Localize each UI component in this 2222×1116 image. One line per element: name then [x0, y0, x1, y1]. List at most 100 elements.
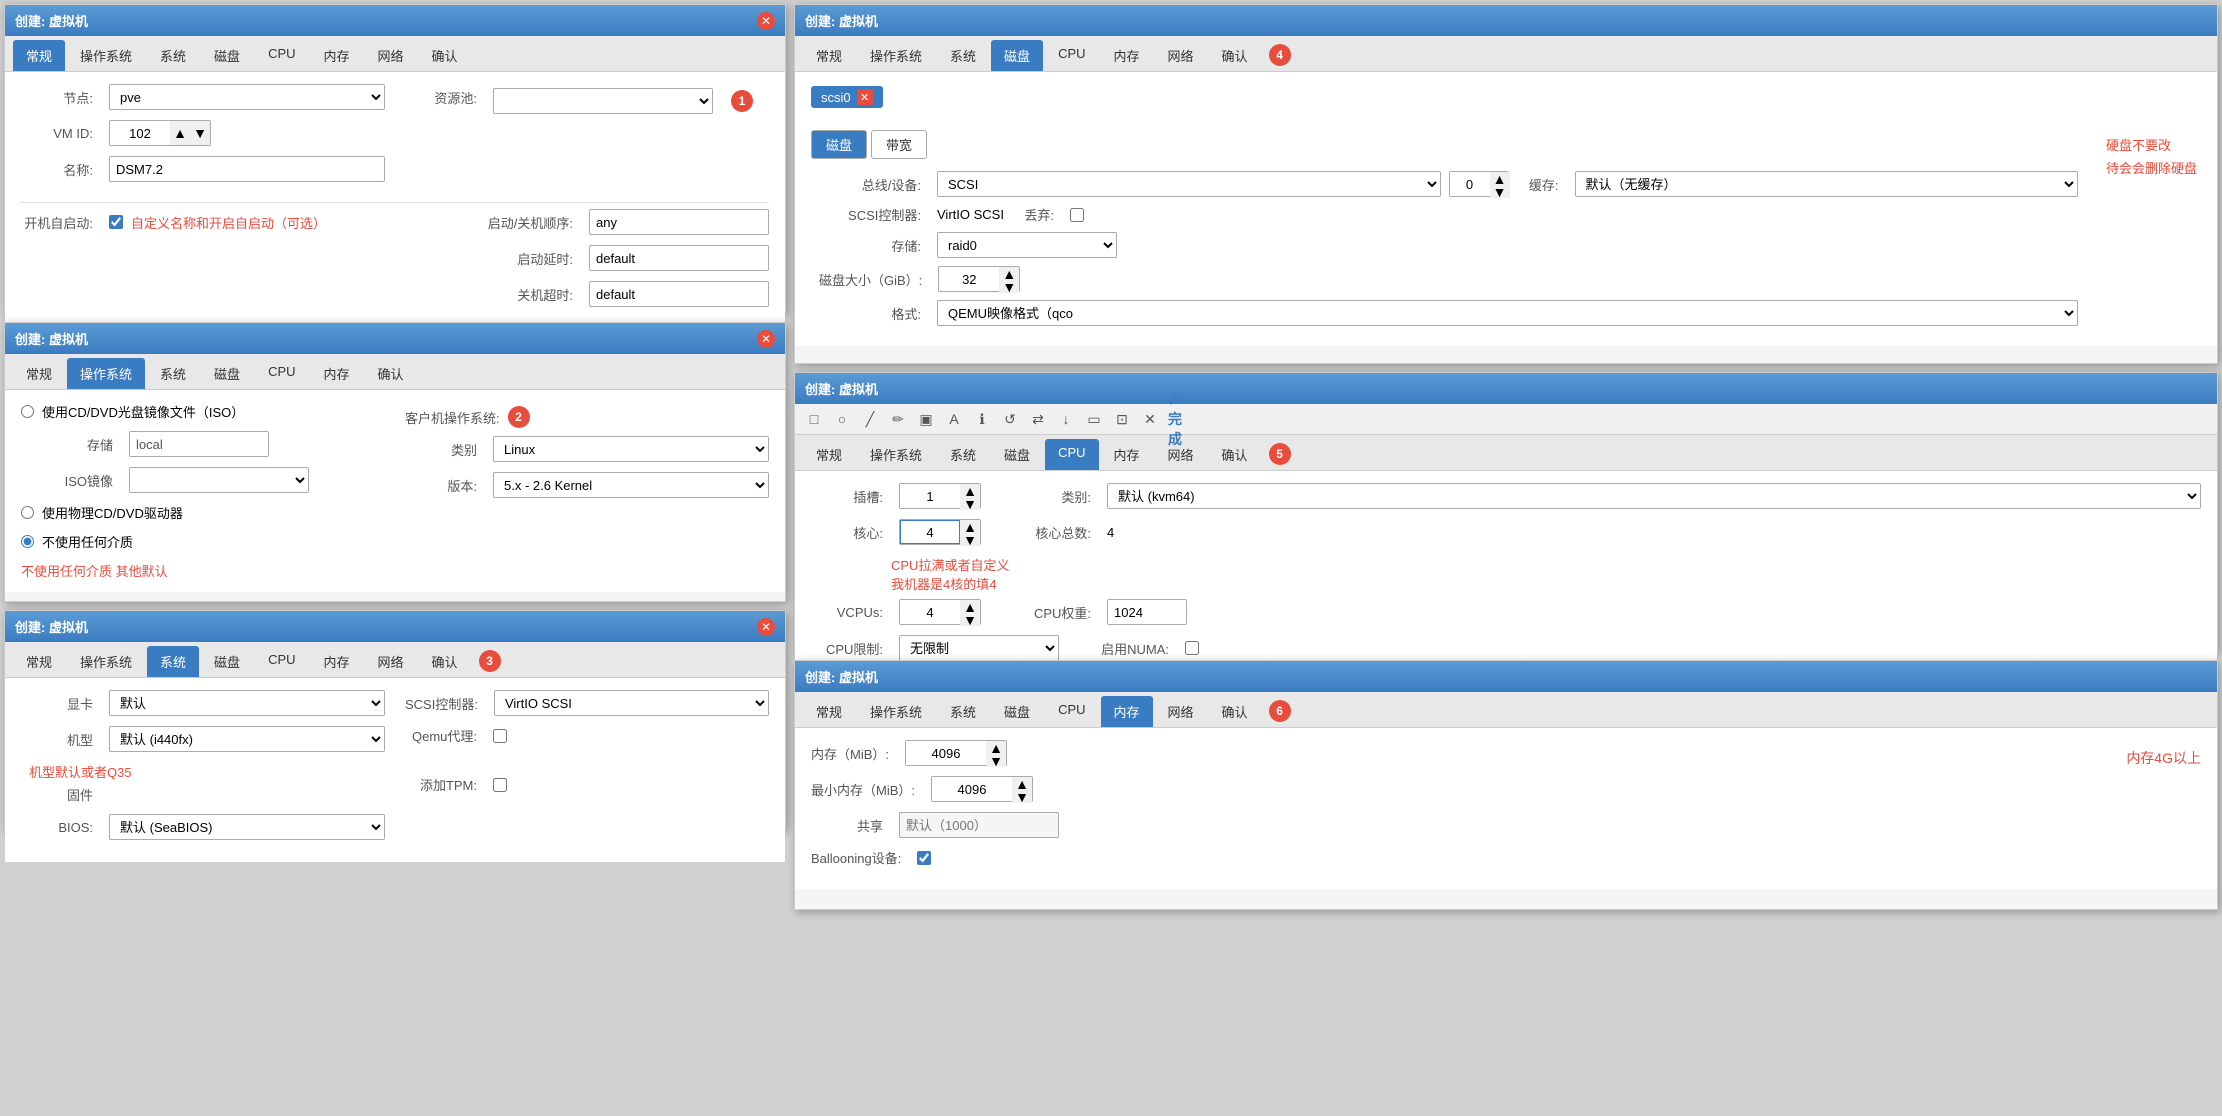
tab-mem-确认[interactable]: 确认 [1209, 696, 1261, 727]
tab-cpu-网络[interactable]: 网络 [1155, 439, 1207, 470]
type-select[interactable]: 默认 (kvm64) [1107, 483, 2201, 509]
slot-down[interactable]: ▼ [960, 497, 980, 510]
tab-disk-常规[interactable]: 常规 [803, 40, 855, 71]
bus-select[interactable]: SCSI [937, 171, 1441, 197]
tab-os-操作系统[interactable]: 操作系统 [67, 358, 145, 389]
tab-general-cpu[interactable]: CPU [255, 40, 308, 71]
shared-input[interactable] [899, 812, 1059, 838]
tab-os-内存[interactable]: 内存 [311, 358, 363, 389]
tab-general-系统[interactable]: 系统 [147, 40, 199, 71]
tab-disk-磁盘[interactable]: 磁盘 [991, 40, 1043, 71]
tab-cpu-磁盘[interactable]: 磁盘 [991, 439, 1043, 470]
toolbar-rect[interactable]: ▭ [1083, 408, 1105, 430]
vmid-stepper[interactable]: ▲ ▼ [109, 120, 211, 146]
tab-disk-网络[interactable]: 网络 [1155, 40, 1207, 71]
numa-checkbox[interactable] [1185, 641, 1199, 655]
panel-system-close[interactable]: ✕ [757, 618, 775, 636]
core-input[interactable] [900, 520, 960, 544]
vcpus-input[interactable] [900, 600, 960, 624]
disk-size-stepper[interactable]: ▲ ▼ [938, 266, 1020, 292]
toolbar-undo[interactable]: ↺ [999, 408, 1021, 430]
core-down[interactable]: ▼ [960, 533, 980, 546]
tab-mem-常规[interactable]: 常规 [803, 696, 855, 727]
vcpus-down[interactable]: ▼ [960, 613, 980, 626]
scsi0-delete[interactable]: ✕ [857, 89, 873, 105]
tab-general-内存[interactable]: 内存 [311, 40, 363, 71]
version-select[interactable]: 5.x - 2.6 Kernel [493, 472, 769, 498]
device-stepper[interactable]: ▲ ▼ [1449, 171, 1509, 197]
cache-select[interactable]: 默认（无缓存） [1575, 171, 2079, 197]
panel-general-close[interactable]: ✕ [757, 12, 775, 30]
boot-delay-input[interactable] [589, 245, 769, 271]
toolbar-download[interactable]: ↓ [1055, 408, 1077, 430]
tab-cpu-操作系统[interactable]: 操作系统 [857, 439, 935, 470]
tab-disk-操作系统[interactable]: 操作系统 [857, 40, 935, 71]
disk-size-down[interactable]: ▼ [999, 280, 1019, 293]
tab-mem-操作系统[interactable]: 操作系统 [857, 696, 935, 727]
tab-os-磁盘[interactable]: 磁盘 [201, 358, 253, 389]
tab-mem-cpu[interactable]: CPU [1045, 696, 1098, 727]
format-select[interactable]: QEMU映像格式（qco [937, 300, 2078, 326]
no-media-radio[interactable] [21, 535, 34, 548]
min-memory-input[interactable] [932, 777, 1012, 801]
bios-select[interactable]: 默认 (SeaBIOS) [109, 814, 385, 840]
tab-os-常规[interactable]: 常规 [13, 358, 65, 389]
tab-sys-常规[interactable]: 常规 [13, 646, 65, 677]
toolbar-square[interactable]: □ [803, 408, 825, 430]
tab-sys-cpu[interactable]: CPU [255, 646, 308, 677]
tab-mem-磁盘[interactable]: 磁盘 [991, 696, 1043, 727]
tab-general-操作系统[interactable]: 操作系统 [67, 40, 145, 71]
tab-mem-系统[interactable]: 系统 [937, 696, 989, 727]
panel-os-close[interactable]: ✕ [757, 330, 775, 348]
tab-general-常规[interactable]: 常规 [13, 40, 65, 71]
toolbar-slash[interactable]: ╱ [859, 408, 881, 430]
qemu-agent-checkbox[interactable] [493, 729, 507, 743]
memory-stepper[interactable]: ▲ ▼ [905, 740, 1007, 766]
toolbar-grid[interactable]: ▣ [915, 408, 937, 430]
node-select[interactable]: pve [109, 84, 385, 110]
toolbar-circle[interactable]: ○ [831, 408, 853, 430]
tab-general-磁盘[interactable]: 磁盘 [201, 40, 253, 71]
vmid-down[interactable]: ▼ [190, 121, 210, 145]
vmid-up[interactable]: ▲ [170, 121, 190, 145]
category-select[interactable]: Linux [493, 436, 769, 462]
tab-cpu-常规[interactable]: 常规 [803, 439, 855, 470]
tab-os-cpu[interactable]: CPU [255, 358, 308, 389]
tab-mem-网络[interactable]: 网络 [1155, 696, 1207, 727]
toolbar-close[interactable]: ✕ [1139, 408, 1161, 430]
vmid-input[interactable] [110, 121, 170, 145]
tab-disk-系统[interactable]: 系统 [937, 40, 989, 71]
toolbar-complete[interactable]: ✓完成 [1167, 408, 1189, 430]
graphics-select[interactable]: 默认 [109, 690, 385, 716]
toolbar-text[interactable]: A [943, 408, 965, 430]
tab-sys-磁盘[interactable]: 磁盘 [201, 646, 253, 677]
tab-general-确认[interactable]: 确认 [419, 40, 471, 71]
scsi-ctrl-select-sys[interactable]: VirtIO SCSI [494, 690, 769, 716]
tab-general-网络[interactable]: 网络 [365, 40, 417, 71]
min-memory-stepper[interactable]: ▲ ▼ [931, 776, 1033, 802]
cpu-limit-select[interactable]: 无限制 [899, 635, 1059, 661]
tab-disk-内存[interactable]: 内存 [1101, 40, 1153, 71]
memory-input[interactable] [906, 741, 986, 765]
name-input[interactable] [109, 156, 385, 182]
toolbar-pencil[interactable]: ✏ [887, 408, 909, 430]
ballooning-checkbox[interactable] [917, 851, 931, 865]
resource-pool-select[interactable] [493, 88, 713, 114]
toolbar-info[interactable]: ℹ [971, 408, 993, 430]
tab-cpu-cpu[interactable]: CPU [1045, 439, 1098, 470]
toolbar-bookmark[interactable]: ⊡ [1111, 408, 1133, 430]
tab-sys-操作系统[interactable]: 操作系统 [67, 646, 145, 677]
device-input[interactable] [1450, 172, 1490, 196]
shutdown-timeout-input[interactable] [589, 281, 769, 307]
toolbar-swap[interactable]: ⇄ [1027, 408, 1049, 430]
disk-size-input[interactable] [939, 267, 999, 291]
tab-sys-内存[interactable]: 内存 [311, 646, 363, 677]
tab-sys-网络[interactable]: 网络 [365, 646, 417, 677]
tab-mem-内存[interactable]: 内存 [1101, 696, 1153, 727]
tab-disk-cpu[interactable]: CPU [1045, 40, 1098, 71]
vcpus-stepper[interactable]: ▲ ▼ [899, 599, 981, 625]
discard-checkbox[interactable] [1070, 208, 1084, 222]
device-down[interactable]: ▼ [1490, 185, 1510, 198]
physical-cd-radio[interactable] [21, 506, 34, 519]
min-memory-down[interactable]: ▼ [1012, 790, 1032, 803]
